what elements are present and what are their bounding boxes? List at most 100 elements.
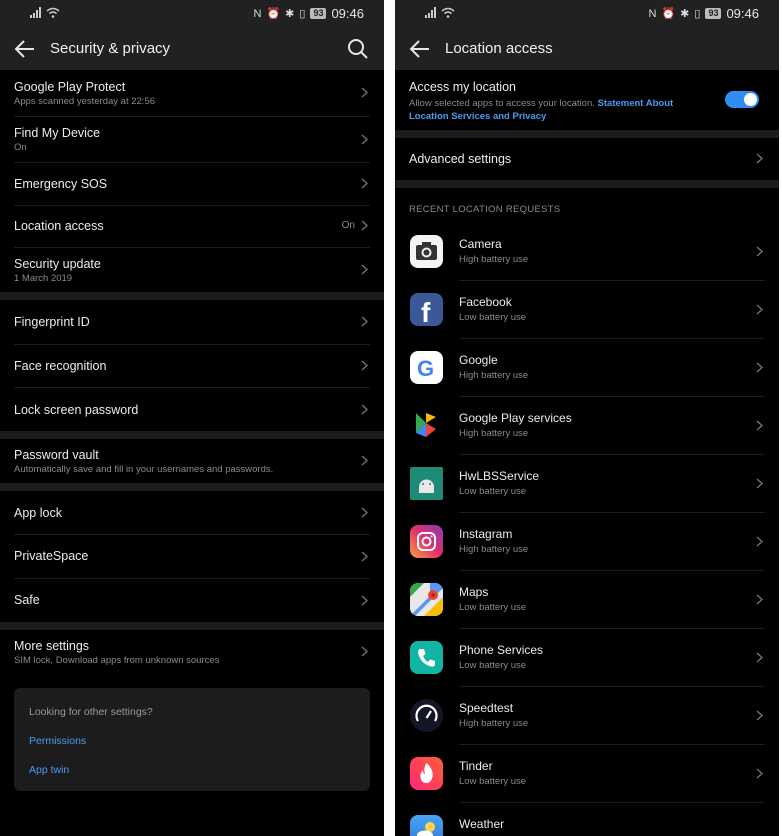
vibrate-icon: ▯ [694, 8, 701, 20]
row-title: Safe [14, 593, 40, 607]
permissions-link[interactable]: Permissions [29, 735, 86, 747]
section-gap [395, 180, 779, 188]
signal-icon [30, 7, 41, 18]
back-arrow-icon[interactable] [14, 39, 36, 59]
app-row-instagram[interactable]: Instagram High battery use [395, 513, 779, 571]
chevron-right-icon [361, 264, 368, 275]
more-settings-row[interactable]: More settings SIM lock, Download apps fr… [0, 630, 384, 674]
alarm-icon: ⏰ [661, 8, 676, 20]
chevron-right-icon [361, 220, 368, 231]
chevron-right-icon [756, 536, 763, 547]
page-title: Location access [445, 40, 553, 57]
signal-icons [425, 7, 455, 18]
svg-text:f: f [421, 297, 431, 326]
chevron-right-icon [361, 178, 368, 189]
app-usage: High battery use [459, 370, 529, 381]
phone-icon [410, 641, 443, 674]
chevron-right-icon [361, 404, 368, 415]
access-description: Allow selected apps to access your locat… [409, 97, 709, 123]
row-title: Security update [14, 257, 101, 271]
wifi-icon [441, 7, 455, 18]
advanced-settings-row[interactable]: Advanced settings [395, 138, 779, 180]
search-icon[interactable] [347, 38, 369, 60]
app-bar: Location access [395, 27, 779, 70]
app-row-tinder[interactable]: Tinder Low battery use [395, 745, 779, 803]
svg-text:G: G [417, 356, 434, 381]
other-settings-card: Looking for other settings? Permissions … [14, 688, 370, 791]
app-row-speedtest[interactable]: Speedtest High battery use [395, 687, 779, 745]
app-name: HwLBSService [459, 469, 540, 483]
app-row-camera[interactable]: Camera High battery use [395, 223, 779, 281]
app-name: Phone Services [459, 643, 544, 657]
app-lock-row[interactable]: App lock [0, 491, 384, 534]
vibrate-icon: ▯ [299, 8, 306, 20]
location-toggle[interactable] [725, 91, 759, 108]
app-usage: Low battery use [459, 486, 527, 497]
row-title: Location access [14, 219, 104, 233]
privatespace-row[interactable]: PrivateSpace [0, 535, 384, 578]
row-subtitle: Automatically save and fill in your user… [14, 464, 274, 475]
clock: 09:46 [331, 6, 364, 21]
face-recognition-row[interactable]: Face recognition [0, 345, 384, 387]
google-play-protect-row[interactable]: Google Play Protect Apps scanned yesterd… [0, 70, 384, 116]
app-row-phone-services[interactable]: Phone Services Low battery use [395, 629, 779, 687]
row-subtitle: Apps scanned yesterday at 22:56 [14, 96, 156, 107]
app-twin-link[interactable]: App twin [29, 764, 69, 776]
app-row-maps[interactable]: Maps Low battery use [395, 571, 779, 629]
row-title: Password vault [14, 448, 99, 462]
fingerprint-id-row[interactable]: Fingerprint ID [0, 300, 384, 344]
app-usage: Low battery use [459, 312, 527, 323]
weather-icon [410, 815, 443, 836]
chevron-right-icon [361, 646, 368, 657]
app-row-hwlbsservice[interactable]: HwLBSService Low battery use [395, 455, 779, 513]
app-name: Instagram [459, 527, 513, 541]
app-usage: Low battery use [459, 602, 527, 613]
row-title: Face recognition [14, 359, 107, 373]
chevron-right-icon [361, 87, 368, 98]
chevron-right-icon [756, 153, 763, 164]
row-title: Lock screen password [14, 403, 139, 417]
section-gap [0, 292, 384, 300]
access-title: Access my location [409, 80, 516, 94]
app-usage: High battery use [459, 254, 529, 265]
security-update-row[interactable]: Security update 1 March 2019 [0, 248, 384, 292]
app-name: Google [459, 353, 498, 367]
app-name: Maps [459, 585, 489, 599]
chevron-right-icon [361, 455, 368, 466]
app-row-google[interactable]: G Google High battery use [395, 339, 779, 397]
row-title: Advanced settings [409, 152, 512, 166]
section-gap [395, 130, 779, 138]
safe-row[interactable]: Safe [0, 579, 384, 622]
chevron-right-icon [361, 134, 368, 145]
chevron-right-icon [361, 316, 368, 327]
section-header: RECENT LOCATION REQUESTS [409, 204, 561, 215]
section-gap [0, 622, 384, 630]
app-name: Facebook [459, 295, 512, 309]
emergency-sos-row[interactable]: Emergency SOS [0, 163, 384, 205]
lock-screen-password-row[interactable]: Lock screen password [0, 388, 384, 431]
access-my-location-row[interactable]: Access my location Allow selected apps t… [395, 70, 779, 130]
app-bar: Security & privacy [0, 27, 384, 70]
app-usage: Low battery use [459, 776, 527, 787]
chevron-right-icon [756, 478, 763, 489]
row-subtitle: SIM lock, Download apps from unknown sou… [14, 655, 220, 666]
app-row-facebook[interactable]: f Facebook Low battery use [395, 281, 779, 339]
app-name: Tinder [459, 759, 493, 773]
find-my-device-row[interactable]: Find My Device On [0, 117, 384, 162]
location-access-row[interactable]: Location access On [0, 206, 384, 247]
battery-icon: 93 [310, 8, 327, 19]
app-row-google-play-services[interactable]: Google Play services High battery use [395, 397, 779, 455]
chevron-right-icon [756, 362, 763, 373]
chevron-right-icon [756, 710, 763, 721]
status-bar: N ⏰ ✱ ▯ 93 09:46 [0, 0, 384, 27]
nfc-icon: N [253, 7, 262, 20]
app-row-weather[interactable]: Weather [395, 803, 779, 836]
status-icons: N ⏰ ✱ ▯ 93 09:46 [254, 6, 365, 21]
app-name: Google Play services [459, 411, 572, 425]
app-name: Speedtest [459, 701, 514, 715]
status-bar: N ⏰ ✱ ▯ 93 09:46 [395, 0, 779, 27]
row-title: Find My Device [14, 126, 101, 140]
back-arrow-icon[interactable] [409, 39, 431, 59]
page-title: Security & privacy [50, 40, 171, 57]
password-vault-row[interactable]: Password vault Automatically save and fi… [0, 439, 384, 483]
